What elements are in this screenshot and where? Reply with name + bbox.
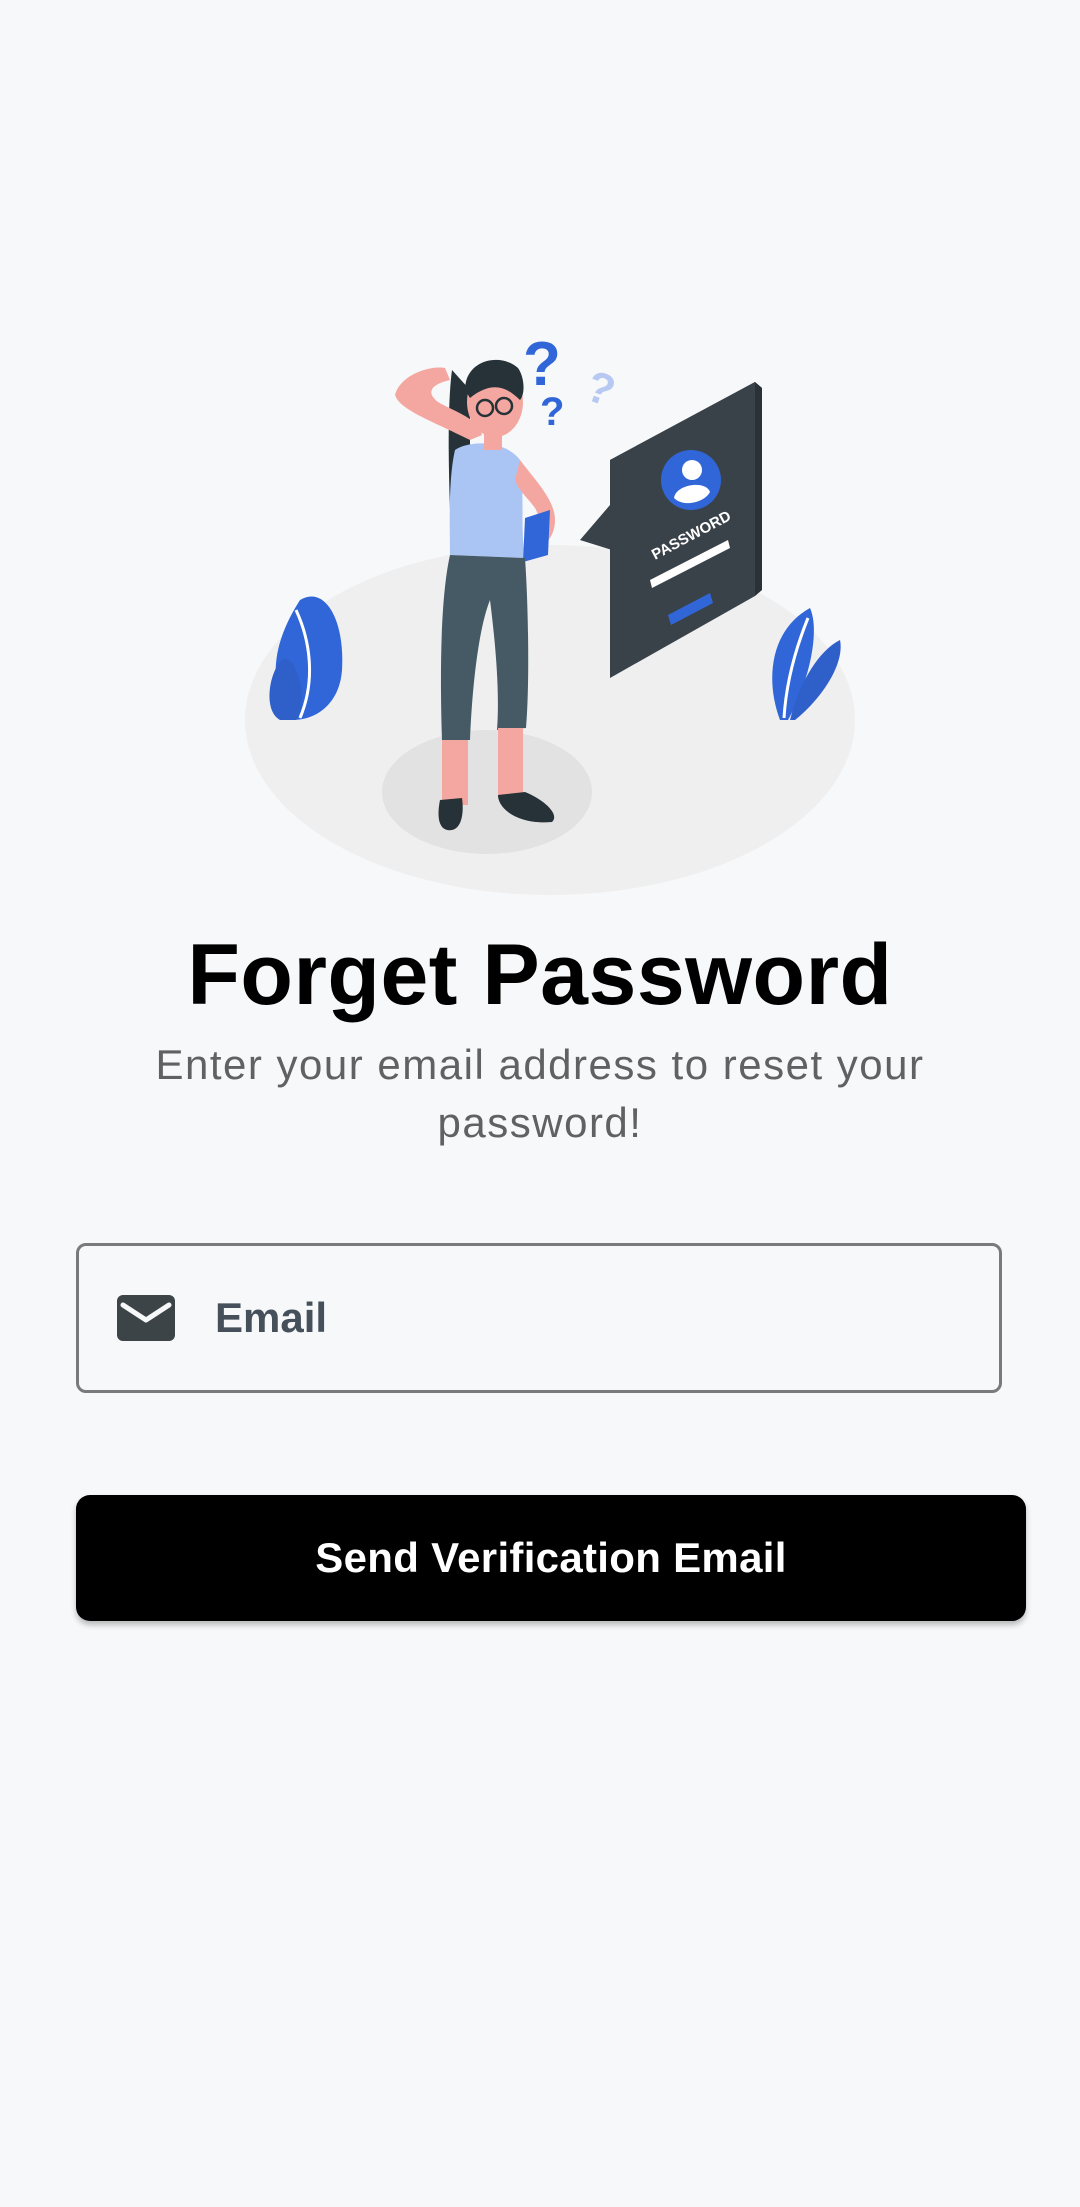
- page-subtitle: Enter your email address to reset your p…: [155, 1041, 925, 1146]
- email-input[interactable]: [215, 1278, 995, 1358]
- question-mark-small-icon: ?: [540, 390, 564, 434]
- email-field[interactable]: [76, 1243, 1002, 1393]
- send-verification-email-button[interactable]: Send Verification Email: [76, 1495, 1026, 1621]
- page-title: Forget Password: [187, 927, 893, 1023]
- forgot-password-illustration: PASSWORD ? ? ?: [0, 300, 1080, 910]
- shadow-ellipse: [382, 730, 592, 854]
- question-mark-light-icon: ?: [580, 361, 622, 416]
- floor-ellipse: [245, 545, 855, 895]
- mail-icon: [117, 1295, 175, 1341]
- question-mark-icon: ?: [523, 330, 561, 399]
